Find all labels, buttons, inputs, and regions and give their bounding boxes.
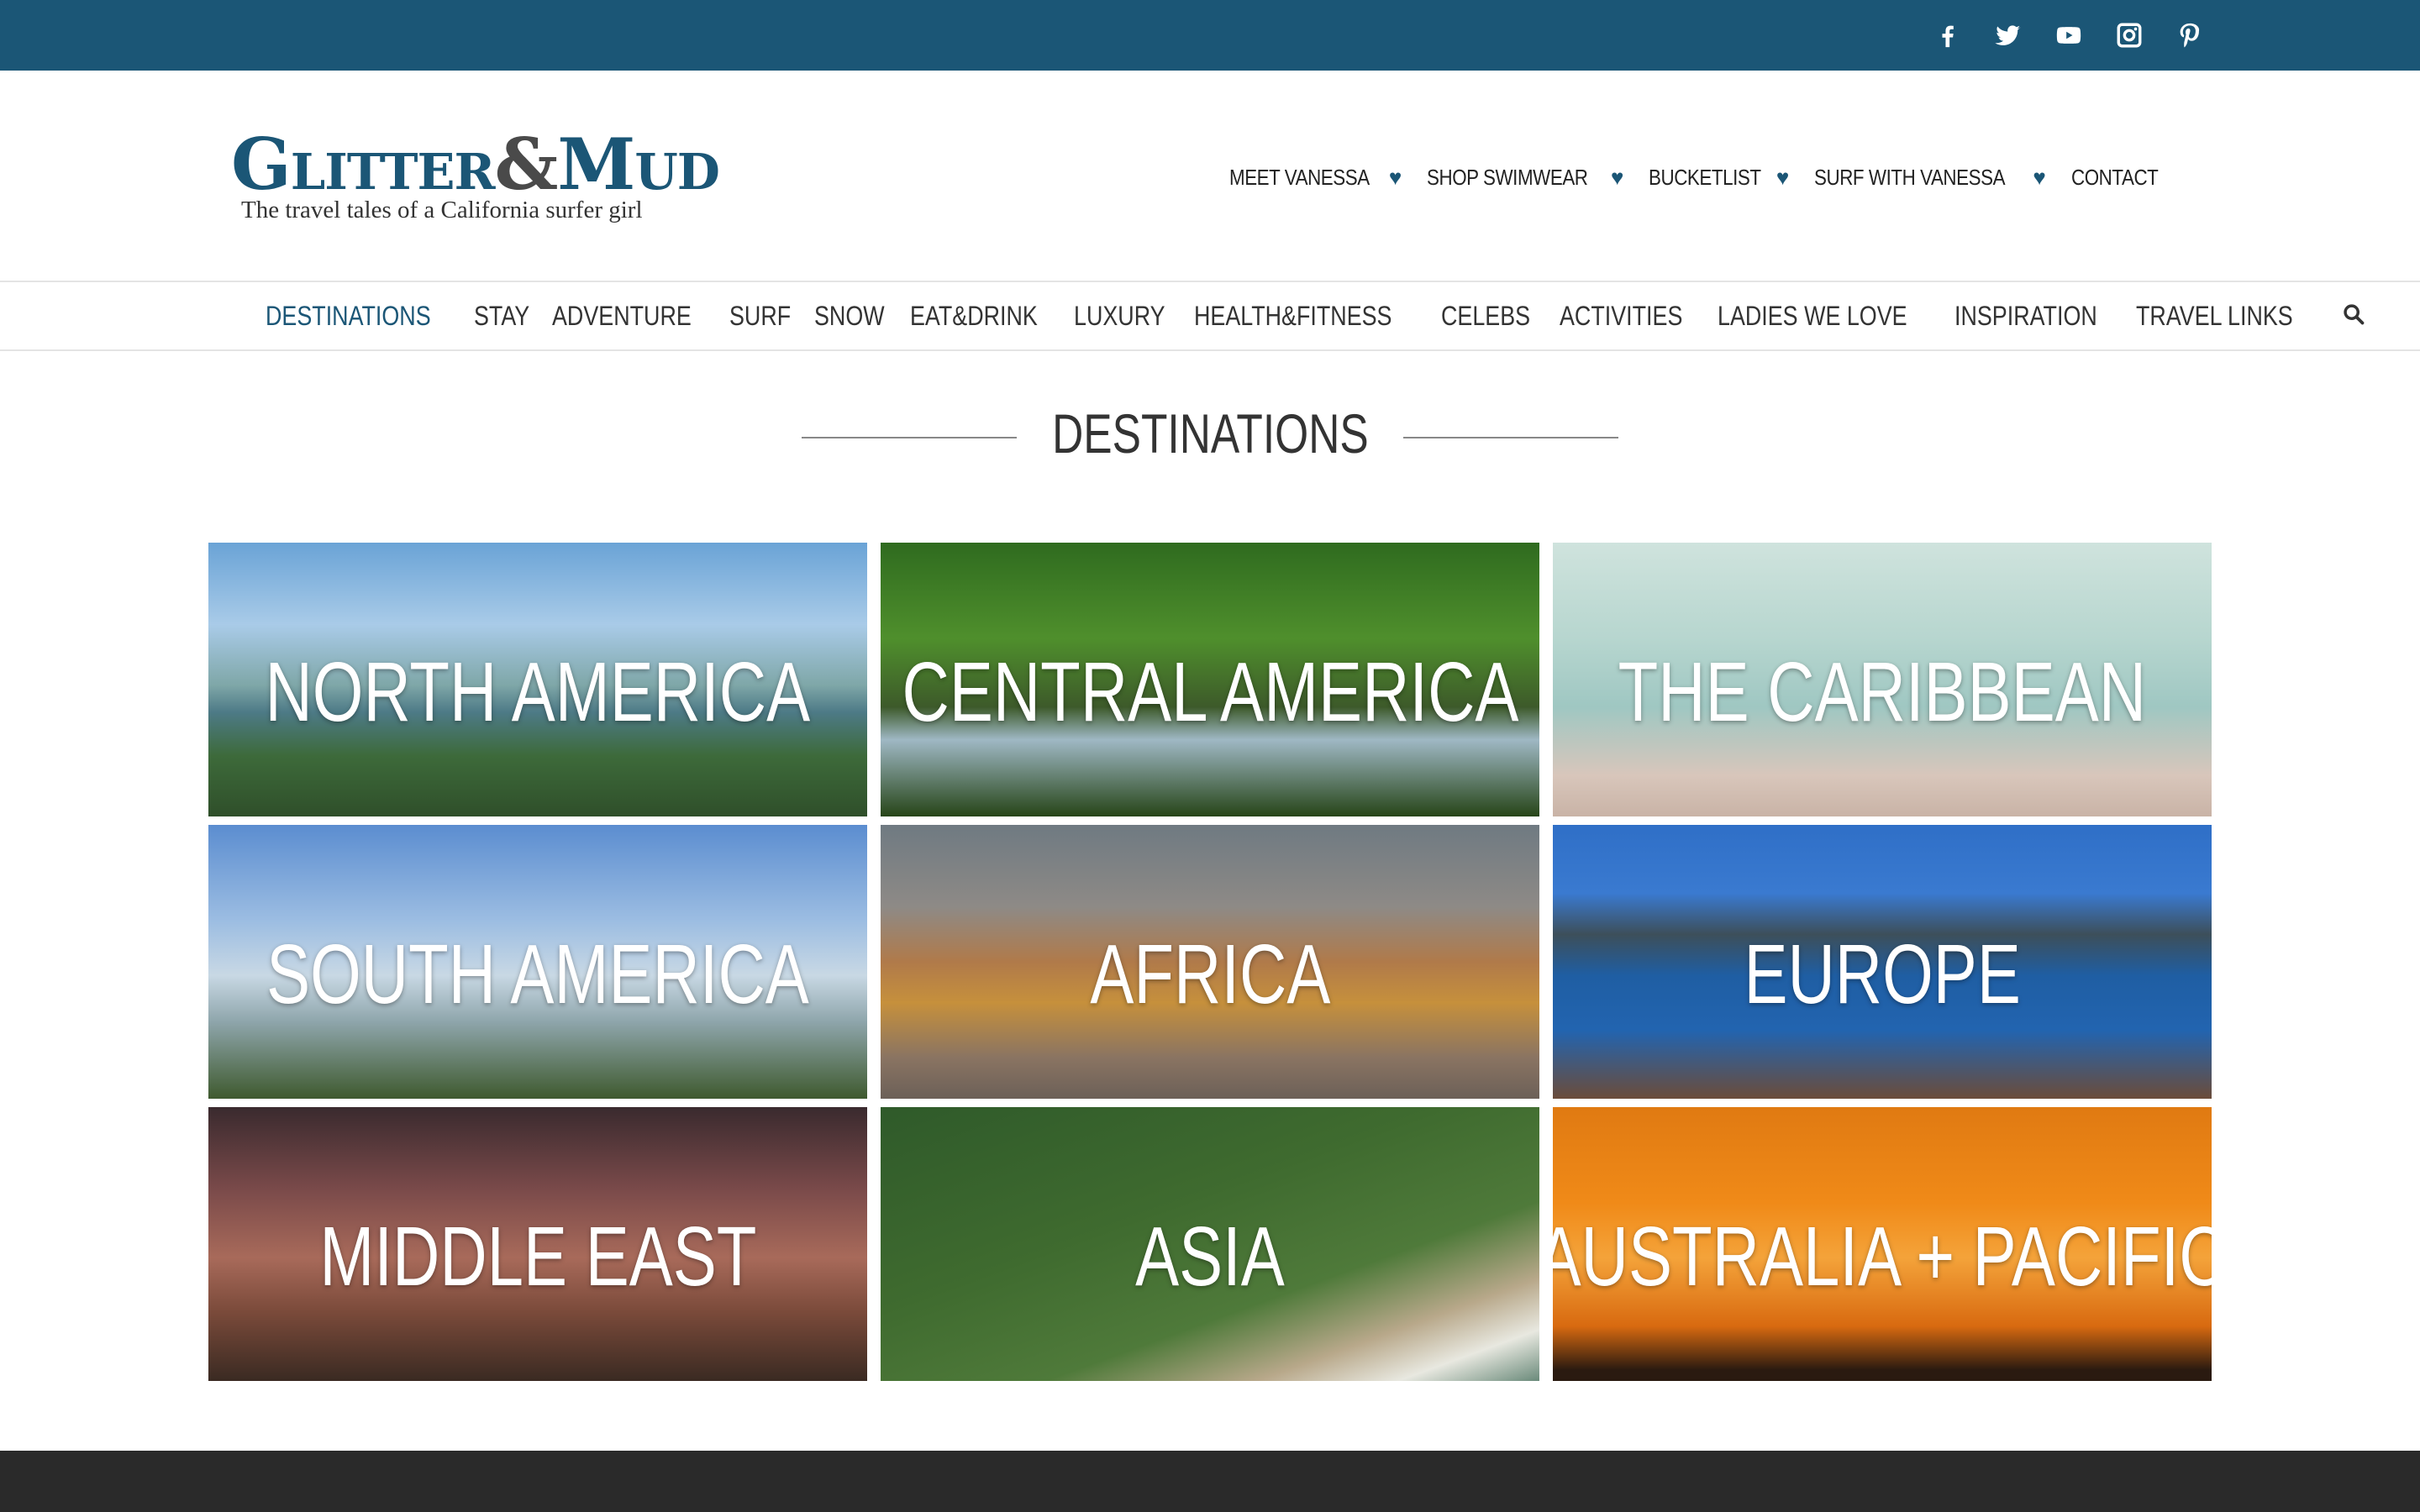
destination-tile-europe[interactable]: EUROPE: [1553, 825, 2212, 1099]
nav-item-bucketlist[interactable]: BUCKETLIST ♥: [1649, 165, 1789, 191]
tile-label: NORTH AMERICA: [265, 644, 811, 739]
page-title: DESTINATIONS: [1051, 402, 1369, 465]
heart-icon: ♥: [1388, 165, 1402, 190]
nav-item-contact[interactable]: CONTACT: [2071, 165, 2172, 191]
destination-tile-central-america[interactable]: CENTRAL AMERICA: [881, 543, 1539, 816]
top-bar: [0, 0, 2420, 71]
top-navigation: MEET VANESSA ♥ SHOP SWIMWEAR ♥ BUCKETLIS…: [1204, 165, 2172, 191]
logo-wordmark: Glitter&Mud: [231, 123, 720, 206]
category-health-fitness[interactable]: HEALTH&FITNESS: [1194, 301, 1392, 332]
category-activities[interactable]: ACTIVITIES: [1560, 301, 1682, 332]
tile-label: AFRICA: [1089, 927, 1331, 1021]
nav-item-label: SURF WITH VANESSA: [1814, 165, 2006, 190]
category-surf[interactable]: SURF: [729, 301, 791, 332]
category-eat-drink[interactable]: EAT&DRINK: [910, 301, 1038, 332]
nav-item-label: BUCKETLIST: [1649, 165, 1762, 190]
category-snow[interactable]: SNOW: [814, 301, 885, 332]
destinations-grid: NORTH AMERICA CENTRAL AMERICA THE CARIBB…: [208, 543, 2212, 1381]
destination-tile-the-caribbean[interactable]: THE CARIBBEAN: [1553, 543, 2212, 816]
site-footer: [0, 1451, 2420, 1512]
social-links: [1902, 0, 2205, 71]
category-inspiration[interactable]: INSPIRATION: [1954, 301, 2097, 332]
category-luxury[interactable]: LUXURY: [1074, 301, 1165, 332]
tile-label: AUSTRALIA + PACIFIC: [1553, 1209, 2212, 1304]
nav-item-label: MEET VANESSA: [1229, 165, 1370, 190]
heart-icon: ♥: [2033, 165, 2046, 190]
nav-item-label: SHOP SWIMWEAR: [1427, 165, 1588, 190]
category-celebs[interactable]: CELEBS: [1441, 301, 1530, 332]
destination-tile-asia[interactable]: ASIA: [881, 1107, 1539, 1381]
nav-item-meet-vanessa[interactable]: MEET VANESSA ♥: [1229, 165, 1402, 191]
tile-label: THE CARIBBEAN: [1618, 644, 2147, 739]
heading-rule-right: [1403, 437, 1618, 438]
tile-label: CENTRAL AMERICA: [902, 644, 1518, 739]
tile-label: MIDDLE EAST: [318, 1209, 757, 1304]
section-heading: DESTINATIONS: [0, 395, 2420, 470]
tile-label: EUROPE: [1744, 927, 2021, 1021]
youtube-icon[interactable]: [2054, 20, 2084, 50]
facebook-icon[interactable]: [1933, 20, 1963, 50]
category-navigation: DESTINATIONS STAY ADVENTURE SURF SNOW EA…: [0, 281, 2420, 351]
tile-label: SOUTH AMERICA: [266, 927, 809, 1021]
pinterest-icon[interactable]: [2175, 20, 2205, 50]
destination-tile-africa[interactable]: AFRICA: [881, 825, 1539, 1099]
twitter-icon[interactable]: [1993, 20, 2023, 50]
heart-icon: ♥: [1611, 165, 1624, 190]
nav-item-shop-swimwear[interactable]: SHOP SWIMWEAR ♥: [1427, 165, 1623, 191]
destination-tile-south-america[interactable]: SOUTH AMERICA: [208, 825, 867, 1099]
tile-label: ASIA: [1135, 1209, 1285, 1304]
instagram-icon[interactable]: [2114, 20, 2144, 50]
nav-item-surf-with-vanessa[interactable]: SURF WITH VANESSA ♥: [1814, 165, 2045, 191]
destination-tile-north-america[interactable]: NORTH AMERICA: [208, 543, 867, 816]
category-stay[interactable]: STAY: [474, 301, 529, 332]
destination-tile-middle-east[interactable]: MIDDLE EAST: [208, 1107, 867, 1381]
category-destinations[interactable]: DESTINATIONS: [266, 301, 431, 332]
heart-icon: ♥: [1776, 165, 1790, 190]
category-travel-links[interactable]: TRAVEL LINKS: [2136, 301, 2293, 332]
search-icon[interactable]: [2342, 302, 2365, 330]
category-ladies-we-love[interactable]: LADIES WE LOVE: [1718, 301, 1907, 332]
nav-item-label: CONTACT: [2070, 165, 2159, 190]
category-adventure[interactable]: ADVENTURE: [552, 301, 692, 332]
site-logo[interactable]: Glitter&Mud The travel tales of a Califo…: [231, 123, 720, 224]
destination-tile-australia-pacific[interactable]: AUSTRALIA + PACIFIC: [1553, 1107, 2212, 1381]
site-header: Glitter&Mud The travel tales of a Califo…: [0, 71, 2420, 281]
